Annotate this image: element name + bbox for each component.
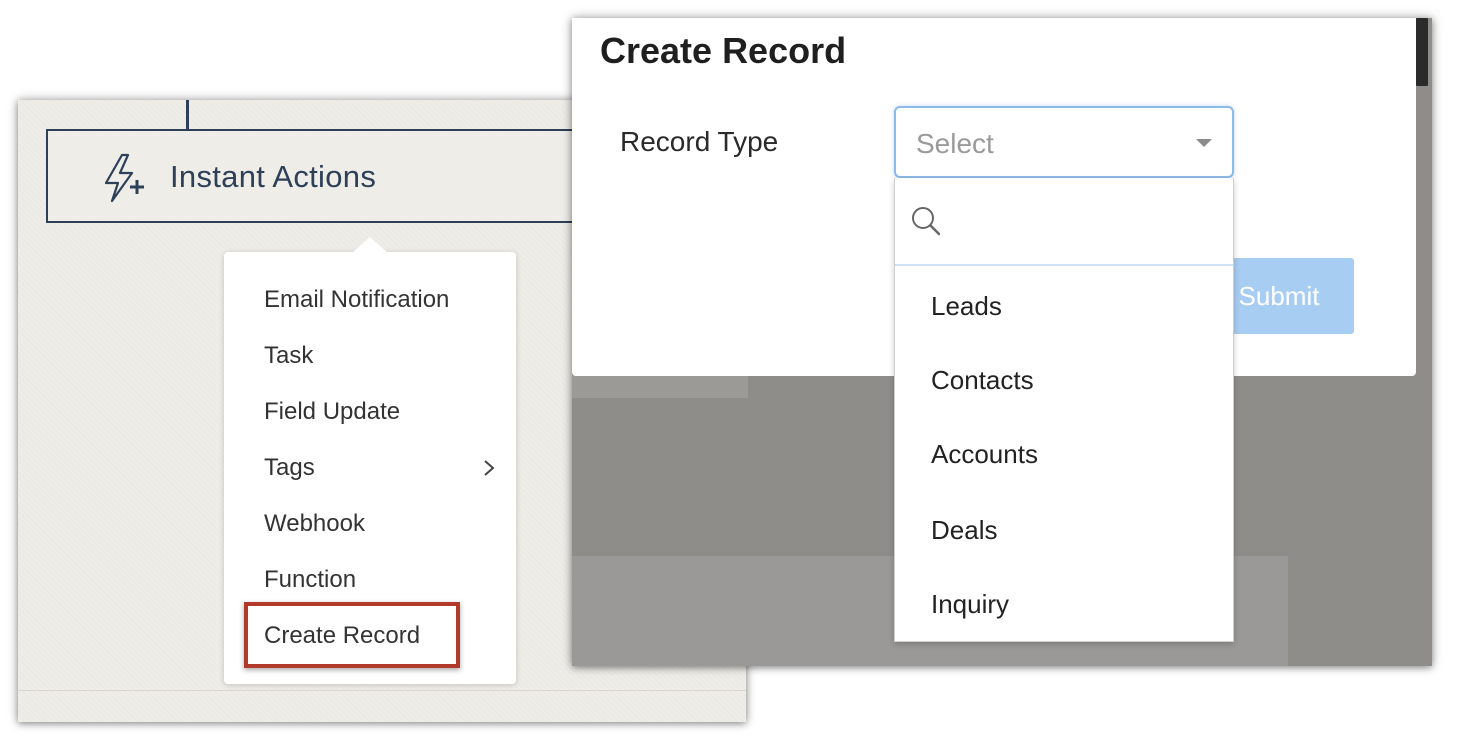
option-leads[interactable]: Leads — [931, 288, 1002, 324]
option-contacts[interactable]: Contacts — [931, 362, 1034, 398]
menu-item-label: Tags — [264, 454, 315, 481]
option-inquiry[interactable]: Inquiry — [931, 586, 1009, 622]
menu-item-label: Field Update — [264, 398, 401, 425]
record-type-label: Record Type — [620, 126, 779, 157]
menu-item-webhook[interactable]: Webhook — [264, 507, 365, 541]
instant-actions-menu: Email Notification Task Field Update Tag… — [224, 237, 516, 684]
menu-item-function[interactable]: Function — [264, 563, 356, 597]
create-record-panel: Create Record Record Type Select Submit … — [572, 18, 1432, 666]
divider — [18, 690, 746, 691]
menu-item-tags[interactable]: Tags — [264, 451, 504, 485]
dropdown-search-row — [895, 178, 1233, 266]
instant-actions-label: Instant Actions — [170, 159, 377, 194]
record-type-dropdown: Leads Contacts Accounts Deals Inquiry — [894, 178, 1234, 642]
menu-item-email-notification[interactable]: Email Notification — [264, 283, 449, 317]
dropdown-arrow-icon — [1196, 139, 1212, 147]
menu-item-label: Function — [264, 566, 357, 593]
modal-title: Create Record — [600, 30, 847, 71]
menu-caret — [352, 237, 388, 253]
menu-item-label: Webhook — [264, 510, 365, 537]
lightning-plus-icon — [104, 153, 144, 203]
menu-item-label: Task — [264, 342, 314, 369]
record-type-select[interactable]: Select — [894, 106, 1234, 178]
menu-item-label: Email Notification — [264, 286, 450, 313]
scrollbar-thumb[interactable] — [1416, 18, 1428, 86]
menu-item-field-update[interactable]: Field Update — [264, 395, 400, 429]
instant-actions-box[interactable]: Instant Actions — [46, 129, 606, 223]
flow-connector-line — [186, 100, 189, 130]
create-record-highlight — [244, 602, 460, 668]
option-deals[interactable]: Deals — [931, 512, 997, 548]
option-accounts[interactable]: Accounts — [931, 436, 1038, 472]
chevron-right-icon — [484, 460, 495, 476]
dropdown-search-input[interactable] — [951, 198, 1215, 244]
search-icon — [912, 207, 941, 236]
menu-item-task[interactable]: Task — [264, 339, 313, 373]
select-placeholder: Select — [916, 128, 994, 159]
